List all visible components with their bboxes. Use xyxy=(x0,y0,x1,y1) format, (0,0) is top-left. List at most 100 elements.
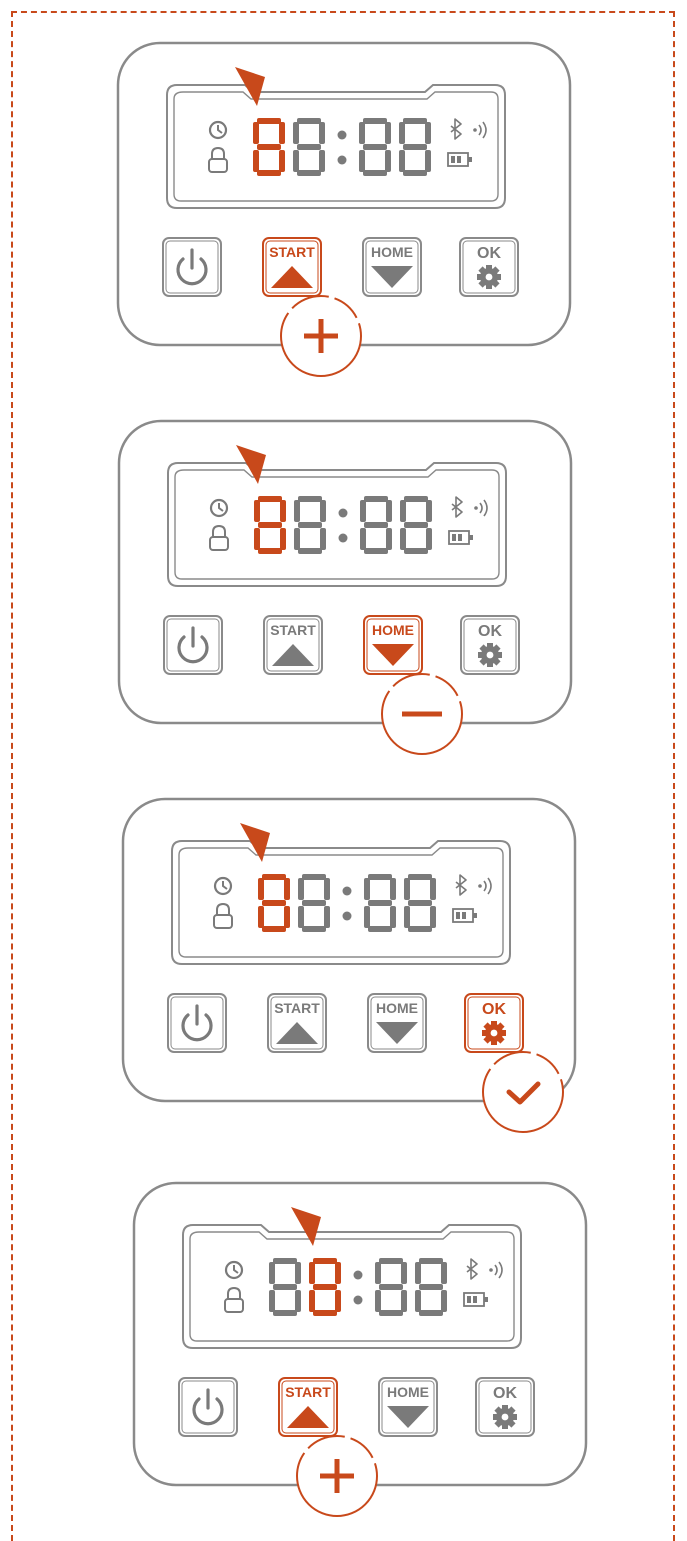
battery-tip xyxy=(469,535,473,540)
start-button-label: START xyxy=(274,1000,320,1016)
power-button[interactable] xyxy=(167,993,227,1053)
digit-segment xyxy=(364,906,370,928)
home-button-label: HOME xyxy=(387,1384,429,1400)
digit-segment xyxy=(375,1290,381,1312)
digit-segment xyxy=(297,144,321,150)
digit-segment xyxy=(253,150,259,172)
badge-plus xyxy=(296,1435,378,1517)
panel-drawing: START HOME OK xyxy=(116,41,572,377)
digit-segment xyxy=(319,150,325,172)
digit-segment xyxy=(258,522,282,528)
gear-icon xyxy=(482,1021,506,1045)
colon-dot-top xyxy=(342,886,352,896)
digit-segment xyxy=(363,170,387,176)
home-button[interactable]: HOME xyxy=(362,237,422,297)
digit-segment xyxy=(400,500,406,522)
digit-segment xyxy=(408,874,432,880)
battery-bar xyxy=(451,156,455,163)
digit-segment xyxy=(408,926,432,932)
badge-plus xyxy=(280,295,362,377)
home-button-label: HOME xyxy=(371,244,413,260)
digit-segment xyxy=(390,878,396,900)
panel-drawing: START HOME OK xyxy=(132,1181,588,1517)
signal-dot xyxy=(478,884,482,888)
digit-segment xyxy=(258,548,282,554)
battery-bar xyxy=(473,1296,477,1303)
ok-button[interactable]: OK xyxy=(459,237,519,297)
digit-segment xyxy=(363,144,387,150)
digit-segment xyxy=(262,926,286,932)
start-button[interactable]: START xyxy=(278,1377,338,1437)
gear-icon xyxy=(477,265,501,289)
start-button-label: START xyxy=(270,622,316,638)
gear-hole xyxy=(501,1413,509,1421)
ok-button[interactable]: OK xyxy=(475,1377,535,1437)
digit-segment xyxy=(401,1290,407,1312)
digit-segment xyxy=(254,528,260,550)
digit-segment xyxy=(298,878,304,900)
ok-button[interactable]: OK xyxy=(460,615,520,675)
digit-segment xyxy=(399,122,405,144)
battery-bar xyxy=(452,534,456,541)
digit-segment xyxy=(297,118,321,124)
digit-segment xyxy=(279,122,285,144)
digit-segment xyxy=(269,1290,275,1312)
digit-segment xyxy=(368,926,392,932)
badge-check xyxy=(482,1051,564,1133)
digit-segment xyxy=(404,878,410,900)
home-button-label: HOME xyxy=(376,1000,418,1016)
digit-segment xyxy=(298,548,322,554)
digit-segment xyxy=(280,500,286,522)
power-button[interactable] xyxy=(163,615,223,675)
digit-segment xyxy=(324,906,330,928)
digit-segment xyxy=(280,528,286,550)
colon-dot-bottom xyxy=(342,911,352,921)
digit-segment xyxy=(385,150,391,172)
digit-segment xyxy=(404,548,428,554)
digit-segment xyxy=(297,170,321,176)
panel: START HOME OK xyxy=(117,419,573,755)
digit-segment xyxy=(375,1262,381,1284)
digit-segment xyxy=(364,496,388,502)
ok-button[interactable]: OK xyxy=(464,993,524,1053)
digit-segment xyxy=(302,926,326,932)
digit-segment xyxy=(302,874,326,880)
digit-segment xyxy=(364,548,388,554)
digit-segment xyxy=(320,528,326,550)
digit-segment xyxy=(415,1262,421,1284)
home-button[interactable]: HOME xyxy=(363,615,423,675)
gear-icon xyxy=(478,643,502,667)
power-button[interactable] xyxy=(162,237,222,297)
digit-segment xyxy=(415,1290,421,1312)
digit-segment xyxy=(390,906,396,928)
digit-segment xyxy=(379,1310,403,1316)
digit-segment xyxy=(258,878,264,900)
badge-minus xyxy=(381,673,463,755)
start-button[interactable]: START xyxy=(267,993,327,1053)
digit-segment xyxy=(335,1290,341,1312)
digit-segment xyxy=(313,1310,337,1316)
digit-segment xyxy=(430,878,436,900)
ok-button-label: OK xyxy=(478,623,502,640)
digit-segment xyxy=(253,122,259,144)
digit-segment xyxy=(302,900,326,906)
battery-tip xyxy=(484,1297,488,1302)
start-button[interactable]: START xyxy=(263,615,323,675)
home-button[interactable]: HOME xyxy=(367,993,427,1053)
colon-dot-bottom xyxy=(338,533,348,543)
gear-hole xyxy=(485,273,493,281)
digit-segment xyxy=(295,1290,301,1312)
digit-segment xyxy=(273,1258,297,1264)
digit-segment xyxy=(403,170,427,176)
plus-icon-v xyxy=(318,319,324,353)
digit-segment xyxy=(363,118,387,124)
start-button-label: START xyxy=(285,1384,331,1400)
power-button[interactable] xyxy=(178,1377,238,1437)
home-button[interactable]: HOME xyxy=(378,1377,438,1437)
start-button[interactable]: START xyxy=(262,237,322,297)
digit-segment xyxy=(419,1258,443,1264)
digit-segment xyxy=(262,900,286,906)
digit-segment xyxy=(258,496,282,502)
colon-dot-top xyxy=(353,1270,363,1280)
digit-segment xyxy=(262,874,286,880)
